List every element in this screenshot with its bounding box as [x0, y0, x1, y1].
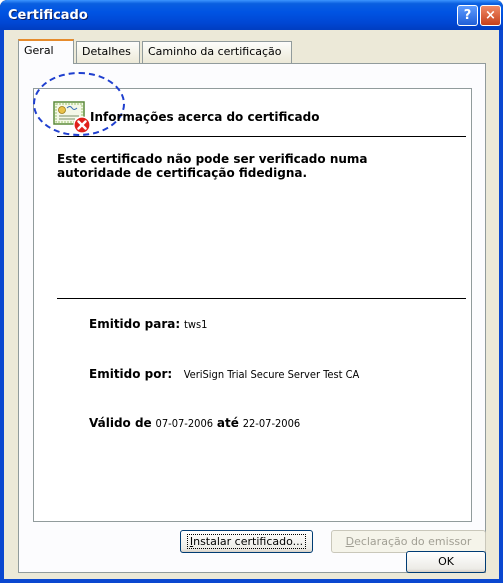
certificate-warning-message: Este certificado não pode ser verificado…: [57, 152, 368, 180]
window-title: Certificado: [8, 8, 88, 23]
divider: [57, 298, 466, 299]
tab-certification-path[interactable]: Caminho da certificação: [142, 41, 292, 63]
valid-from-value: 07-07-2006: [155, 417, 214, 430]
issued-to-row: Emitido para: tws1: [89, 317, 207, 331]
install-label: nstalar certificado...: [193, 535, 304, 548]
window-frame-bottom: [0, 579, 503, 583]
tab-details[interactable]: Detalhes: [76, 41, 140, 63]
valid-to-value: 22-07-2006: [242, 417, 301, 430]
valid-to-label: até: [216, 416, 239, 430]
close-icon[interactable]: ×: [480, 5, 501, 26]
issued-to-value: tws1: [184, 318, 208, 331]
issued-by-row: Emitido por: VeriSign Trial Secure Serve…: [89, 367, 359, 381]
issued-to-label: Emitido para:: [89, 317, 181, 331]
window-frame-right: [499, 30, 503, 583]
tab-general[interactable]: Geral: [18, 39, 74, 64]
validity-row: Válido de 07-07-2006 até 22-07-2006: [89, 416, 300, 430]
declaration-label: eclaração do emissor: [354, 535, 472, 548]
divider: [57, 136, 466, 137]
annotation-highlight-circle: [33, 72, 125, 136]
valid-from-label: Válido de: [89, 416, 152, 430]
issuer-statement-button[interactable]: Declaração do emissor: [331, 530, 486, 553]
declaration-accelerator: D: [345, 535, 355, 548]
issued-by-value: VeriSign Trial Secure Server Test CA: [183, 368, 360, 381]
ok-button[interactable]: OK: [406, 551, 486, 573]
help-icon[interactable]: ?: [457, 5, 478, 26]
title-bar[interactable]: Certificado ? ×: [0, 0, 503, 30]
install-certificate-button[interactable]: Instalar certificado...: [180, 530, 313, 553]
certificate-info-heading: Informações acerca do certificado: [90, 110, 320, 124]
issued-by-label: Emitido por:: [89, 367, 173, 381]
